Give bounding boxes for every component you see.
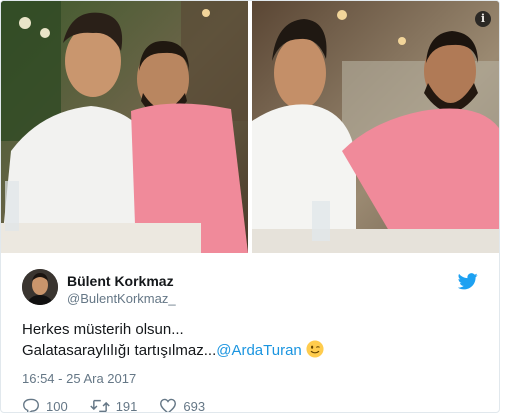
avatar[interactable] — [22, 269, 58, 305]
tweet-photo-right[interactable]: i — [252, 1, 499, 253]
tweet-text: Herkes müsterih olsun... Galatasaraylılı… — [22, 319, 482, 361]
tweet-photos: i — [1, 1, 499, 253]
tweet-photo-left[interactable] — [1, 1, 248, 253]
retweet-button[interactable]: 191 — [89, 398, 138, 413]
tweet-card[interactable]: i Bülent Korkmaz @BulentKorkmaz_ Herkes … — [0, 0, 500, 413]
tweet-actions: 100 191 693 — [22, 397, 227, 413]
tweet-timestamp[interactable]: 16:54 - 25 Ara 2017 — [22, 371, 136, 386]
winking-face-emoji — [306, 340, 324, 358]
retweet-icon — [89, 399, 110, 412]
reply-icon — [23, 398, 39, 412]
reply-button[interactable]: 100 — [22, 398, 68, 413]
reply-count: 100 — [46, 398, 68, 413]
author-handle[interactable]: @BulentKorkmaz_ — [67, 291, 176, 306]
avatar-image — [22, 269, 58, 305]
like-button[interactable]: 693 — [159, 398, 206, 413]
twitter-bird-icon[interactable] — [458, 273, 478, 290]
mention-link[interactable]: @ArdaTuran — [216, 342, 302, 359]
photo-left-image — [1, 1, 248, 253]
heart-icon — [160, 398, 177, 412]
photo-right-image — [252, 1, 499, 253]
tweet-text-line-2: Galatasaraylılığı tartışılmaz...@ArdaTur… — [22, 340, 482, 361]
info-icon[interactable]: i — [475, 11, 491, 27]
retweet-count: 191 — [115, 398, 138, 413]
tweet-text-line-1: Herkes müsterih olsun... — [22, 321, 184, 338]
tweet-text-line-2-prefix: Galatasaraylılığı tartışılmaz... — [22, 342, 217, 359]
author-display-name[interactable]: Bülent Korkmaz — [67, 273, 174, 289]
like-count: 693 — [183, 398, 206, 413]
